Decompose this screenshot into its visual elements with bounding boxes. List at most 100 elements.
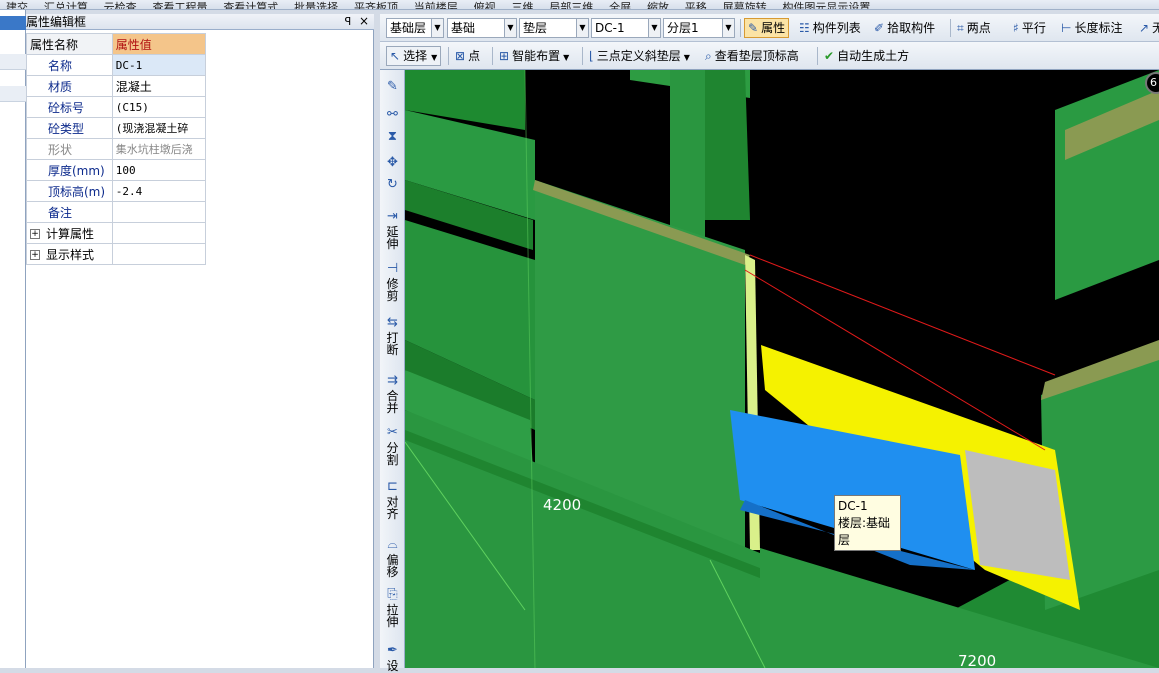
property-value-input[interactable] <box>111 201 207 223</box>
property-group-row[interactable]: + 显示样式 <box>26 243 207 265</box>
component-type-select[interactable]: 垫层 ▼ <box>519 18 589 38</box>
move-icon: ✥ <box>387 155 398 170</box>
tooltip-line: 分层1 <box>838 550 870 564</box>
align-icon: ⊏ <box>387 479 398 494</box>
elevation-icon: ⌕ <box>705 49 712 63</box>
menu-item-11[interactable]: 全屏 <box>609 2 631 9</box>
separator <box>817 47 818 65</box>
parallel-button[interactable]: ♯ 平行 <box>1010 18 1049 38</box>
menu-item-9[interactable]: 三维 <box>511 2 533 9</box>
menu-item-14[interactable]: 屏幕旋转 <box>723 2 767 9</box>
pick-component-button[interactable]: ✐ 拾取构件 <box>871 18 938 38</box>
property-value-input[interactable]: (C15) <box>111 96 207 118</box>
move-tool[interactable]: ✥ <box>380 156 405 172</box>
smart-layout-icon: ⊞ <box>499 49 510 63</box>
auto-earthwork-button[interactable]: ✔ 自动生成土方 <box>821 46 912 66</box>
mirror-icon: ⧗ <box>387 129 398 144</box>
component-select[interactable]: DC-1 ▼ <box>591 18 661 38</box>
component-tree-dock <box>0 10 26 668</box>
separator <box>582 47 583 65</box>
pen-icon: ✒ <box>387 643 398 658</box>
pin-icon[interactable]: ꟼ <box>342 15 354 28</box>
view-top-elevation-button[interactable]: ⌕ 查看垫层顶标高 <box>702 46 802 66</box>
chevron-down-icon: ▼ <box>431 53 438 62</box>
chevron-down-icon: ▼ <box>722 19 734 37</box>
property-value-input[interactable]: DC-1 <box>111 54 207 76</box>
menu-item-1[interactable]: 汇总计算 <box>44 2 88 9</box>
category-select[interactable]: 基础 ▼ <box>447 18 517 38</box>
3d-viewport[interactable]: 4200 7200 6 DC-1 楼层:基础层 分层1 <box>405 70 1159 668</box>
menu-item-15[interactable]: 构件图元显示设置 <box>782 2 870 9</box>
floor-select[interactable]: 基础层 ▼ <box>386 18 444 38</box>
select-button[interactable]: ↖ 选择 ▼ <box>386 46 442 66</box>
menu-item-4[interactable]: 查看计算式 <box>223 2 278 9</box>
chevron-down-icon: ▼ <box>576 19 588 37</box>
expand-icon[interactable]: + <box>30 250 40 260</box>
property-name: 名称 <box>26 54 113 76</box>
menu-item-3[interactable]: 查看工程量 <box>152 2 207 9</box>
rotate-tool[interactable]: ↻ <box>380 178 405 194</box>
property-row[interactable]: 砼类型 (现浇混凝土碎 <box>26 117 207 139</box>
split-tool[interactable]: ✂ 分割 <box>380 426 405 467</box>
top-menu-strip: 建交 汇总计算 云检查 查看工程量 查看计算式 批量选择 平齐板顶 当前楼层 俯… <box>0 0 1159 10</box>
component-tooltip: DC-1 楼层:基础层 分层1 <box>834 495 901 564</box>
stretch-tool[interactable]: ⎘ 拉伸 <box>380 588 405 629</box>
menu-item-7[interactable]: 当前楼层 <box>414 2 458 9</box>
align-tool[interactable]: ⊏ 对齐 <box>380 479 405 521</box>
property-value-input[interactable]: (现浇混凝土碎 <box>111 117 207 139</box>
brush-tool[interactable]: ✎ <box>380 80 405 96</box>
menu-item-12[interactable]: 缩放 <box>647 2 669 9</box>
trim-tool[interactable]: ⊣ 修剪 <box>380 262 405 303</box>
break-icon: ⇆ <box>387 315 398 330</box>
property-value-input[interactable]: 100 <box>111 159 207 181</box>
three-point-slope-button[interactable]: ⌊ 三点定义斜垫层 ▼ <box>586 46 693 66</box>
tooltip-line: 楼层:基础层 <box>838 516 891 547</box>
property-row: 形状 集水坑柱墩后浇 <box>26 138 207 160</box>
property-panel-title: 属性编辑框 <box>26 15 87 29</box>
dimension-label: 7200 <box>958 652 997 668</box>
property-row[interactable]: 厚度(mm) 100 <box>26 159 207 181</box>
menu-item-5[interactable]: 批量选择 <box>294 2 338 9</box>
rotate-icon: ↻ <box>387 177 398 192</box>
property-row[interactable]: 材质 混凝土 <box>26 75 207 97</box>
earthwork-icon: ✔ <box>824 49 835 63</box>
tree-item[interactable] <box>0 86 26 102</box>
close-icon[interactable]: × <box>358 15 370 28</box>
property-row[interactable]: 备注 <box>26 201 207 223</box>
merge-tool[interactable]: ⇉ 合并 <box>380 374 405 415</box>
sublayer-select[interactable]: 分层1 ▼ <box>663 18 735 38</box>
mirror-tool[interactable]: ⧗ <box>380 130 405 146</box>
menu-item-13[interactable]: 平移 <box>685 2 707 9</box>
two-points-button[interactable]: ⌗ 两点 <box>954 18 994 38</box>
property-value-input[interactable]: 混凝土 <box>111 75 207 97</box>
tree-item[interactable] <box>0 54 26 70</box>
length-dimension-button[interactable]: ⊢ 长度标注 <box>1058 18 1125 38</box>
expand-icon[interactable]: + <box>30 229 40 239</box>
more-button[interactable]: ↗ 无 <box>1136 18 1159 38</box>
offset-tool[interactable]: ⌓ 偏移 <box>380 538 405 579</box>
menu-item-10[interactable]: 局部三维 <box>549 2 593 9</box>
menu-item-8[interactable]: 俯视 <box>474 2 496 9</box>
smart-layout-button[interactable]: ⊞ 智能布置 ▼ <box>496 46 572 66</box>
slope-icon: ⌊ <box>589 49 594 63</box>
point-icon: ⊠ <box>455 49 466 63</box>
scene-drawing <box>405 70 1159 668</box>
property-value-input[interactable]: -2.4 <box>111 180 207 202</box>
property-name: 厚度(mm) <box>26 159 113 181</box>
chevron-down-icon: ▼ <box>563 53 570 62</box>
property-row[interactable]: 顶标高(m) -2.4 <box>26 180 207 202</box>
extend-tool[interactable]: ⇥ 延伸 <box>380 209 405 251</box>
point-button[interactable]: ⊠ 点 <box>452 46 483 66</box>
component-list-button[interactable]: ☷ 构件列表 <box>796 18 864 38</box>
menu-item-2[interactable]: 云检查 <box>104 2 137 9</box>
tree-selected-item[interactable] <box>0 16 26 30</box>
break-tool[interactable]: ⇆ 打断 <box>380 315 405 357</box>
column-header-name: 属性名称 <box>26 33 113 55</box>
mirror-point-tool[interactable]: ⚯ <box>380 108 405 124</box>
property-row[interactable]: 名称 DC-1 <box>26 54 207 76</box>
menu-item-6[interactable]: 平齐板顶 <box>354 2 398 9</box>
property-row[interactable]: 砼标号 (C15) <box>26 96 207 118</box>
properties-button[interactable]: ✎ 属性 <box>744 18 790 38</box>
extend-icon: ⇥ <box>387 209 398 224</box>
property-group-row[interactable]: + 计算属性 <box>26 222 207 244</box>
